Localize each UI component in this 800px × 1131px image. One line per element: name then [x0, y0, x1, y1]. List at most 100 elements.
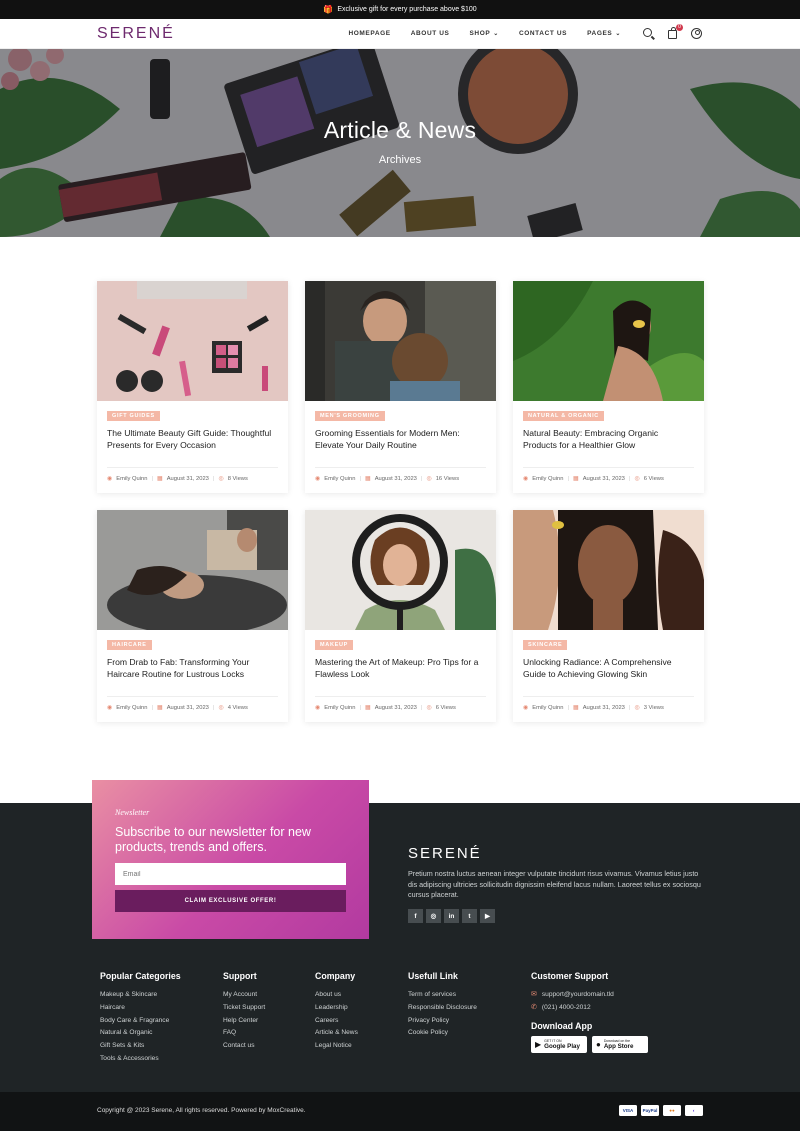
- support-phone[interactable]: ✆ (021) 4000-2012: [531, 1002, 648, 1015]
- article-image[interactable]: [305, 510, 496, 630]
- footer-link[interactable]: Contact us: [223, 1040, 265, 1053]
- author-icon: ◉: [315, 476, 321, 482]
- category-tag[interactable]: HAIRCARE: [107, 640, 152, 650]
- article-card[interactable]: GIFT GUIDES The Ultimate Beauty Gift Gui…: [97, 281, 288, 493]
- divider: |: [151, 704, 154, 711]
- footer-link[interactable]: Term of services: [408, 989, 477, 1002]
- article-image[interactable]: [97, 510, 288, 630]
- article-card[interactable]: SKINCARE Unlocking Radiance: A Comprehen…: [513, 510, 704, 722]
- author-name[interactable]: Emily Quinn: [532, 476, 563, 482]
- hero-banner: Article & News Archives: [0, 49, 800, 237]
- user-account-icon[interactable]: [691, 27, 703, 40]
- app-store-button[interactable]: ● Download on the App Store: [592, 1035, 648, 1053]
- divider: |: [151, 475, 154, 482]
- linkedin-icon[interactable]: in: [444, 909, 459, 923]
- email-input[interactable]: [115, 863, 346, 885]
- article-grid: GIFT GUIDES The Ultimate Beauty Gift Gui…: [97, 281, 704, 722]
- facebook-icon[interactable]: f: [408, 909, 423, 923]
- footer-link[interactable]: About us: [315, 989, 358, 1002]
- eye-icon: ◎: [426, 476, 432, 482]
- article-card[interactable]: MAKEUP Mastering the Art of Makeup: Pro …: [305, 510, 496, 722]
- article-image[interactable]: [97, 281, 288, 401]
- footer-link[interactable]: Haircare: [100, 1002, 181, 1015]
- footer-link[interactable]: FAQ: [223, 1027, 265, 1040]
- article-title[interactable]: Mastering the Art of Makeup: Pro Tips fo…: [315, 656, 486, 680]
- instagram-icon[interactable]: ◎: [426, 909, 441, 923]
- chevron-down-icon: ⌄: [615, 31, 621, 37]
- support-phone-text: (021) 4000-2012: [541, 1003, 591, 1011]
- footer-link[interactable]: Cookie Policy: [408, 1027, 477, 1040]
- post-date: August 31, 2023: [374, 704, 417, 711]
- article-title[interactable]: From Drab to Fab: Transforming Your Hair…: [107, 656, 278, 680]
- article-title[interactable]: Unlocking Radiance: A Comprehensive Guid…: [523, 656, 694, 680]
- youtube-icon[interactable]: ▶: [480, 909, 495, 923]
- nav-shop[interactable]: SHOP ⌄: [469, 30, 498, 37]
- article-card[interactable]: NATURAL & ORGANIC Natural Beauty: Embrac…: [513, 281, 704, 493]
- author-name[interactable]: Emily Quinn: [116, 476, 147, 482]
- footer-link[interactable]: Legal Notice: [315, 1040, 358, 1053]
- site-logo[interactable]: SERENÉ: [97, 25, 175, 43]
- nav-homepage[interactable]: HOMEPAGE: [348, 30, 390, 37]
- footer-link[interactable]: Article & News: [315, 1027, 358, 1040]
- footer-link[interactable]: Ticket Support: [223, 1002, 265, 1015]
- article-image[interactable]: [513, 281, 704, 401]
- view-count: 3 Views: [643, 704, 664, 711]
- footer-link[interactable]: Help Center: [223, 1015, 265, 1028]
- footer-link[interactable]: Natural & Organic: [100, 1027, 181, 1040]
- footer-link[interactable]: Privacy Policy: [408, 1015, 477, 1028]
- page-title: Article & News: [323, 117, 477, 143]
- divider: |: [420, 475, 423, 482]
- nav-pages[interactable]: PAGES ⌄: [587, 30, 621, 37]
- nav-contact-us[interactable]: CONTACT US: [519, 30, 567, 37]
- app-store-label: App Store: [603, 1043, 634, 1051]
- calendar-icon: ▦: [573, 705, 579, 711]
- category-tag[interactable]: NATURAL & ORGANIC: [523, 411, 604, 421]
- social-links: f ◎ in t ▶: [408, 909, 495, 923]
- category-tag[interactable]: SKINCARE: [523, 640, 568, 650]
- author-name[interactable]: Emily Quinn: [116, 705, 147, 711]
- google-play-button[interactable]: ▶ GET IT ON Google Play: [531, 1035, 587, 1053]
- footer-link[interactable]: Gift Sets & Kits: [100, 1040, 181, 1053]
- cart-icon[interactable]: 0: [667, 23, 683, 40]
- footer-link[interactable]: Makeup & Skincare: [100, 989, 181, 1002]
- footer-link[interactable]: Tools & Accessories: [100, 1053, 181, 1066]
- article-image[interactable]: [305, 281, 496, 401]
- article-card[interactable]: MEN'S GROOMING Grooming Essentials for M…: [305, 281, 496, 493]
- author-name[interactable]: Emily Quinn: [324, 705, 355, 711]
- post-date: August 31, 2023: [582, 475, 625, 482]
- twitter-icon[interactable]: t: [462, 909, 477, 923]
- article-title[interactable]: Natural Beauty: Embracing Organic Produc…: [523, 427, 694, 451]
- author-name[interactable]: Emily Quinn: [324, 476, 355, 482]
- article-title[interactable]: The Ultimate Beauty Gift Guide: Thoughtf…: [107, 427, 278, 451]
- footer-logo[interactable]: SERENÉ: [408, 845, 482, 862]
- category-tag[interactable]: MEN'S GROOMING: [315, 411, 385, 421]
- claim-offer-button[interactable]: CLAIM EXCLUSIVE OFFER!: [115, 890, 346, 912]
- footer-link[interactable]: Leadership: [315, 1002, 358, 1015]
- announcement-bar: 🎁 Exclusive gift for every purchase abov…: [0, 0, 800, 19]
- view-count: 6 Views: [435, 704, 456, 711]
- article-card[interactable]: HAIRCARE From Drab to Fab: Transforming …: [97, 510, 288, 722]
- author-name[interactable]: Emily Quinn: [532, 705, 563, 711]
- divider: [107, 467, 278, 468]
- footer-link[interactable]: Responsible Disclosure: [408, 1002, 477, 1015]
- article-image[interactable]: [513, 510, 704, 630]
- divider: [315, 467, 486, 468]
- footer-link[interactable]: Careers: [315, 1015, 358, 1028]
- article-title[interactable]: Grooming Essentials for Modern Men: Elev…: [315, 427, 486, 451]
- divider: |: [628, 475, 631, 482]
- support-email[interactable]: ✉ support@yourdomain.tld: [531, 989, 648, 1002]
- footer-col-title: Usefull Link: [408, 971, 458, 981]
- search-icon[interactable]: [643, 27, 655, 40]
- footer-col-useful-links: Usefull Link Term of services Responsibl…: [408, 971, 477, 1040]
- footer-link[interactable]: Body Care & Fragrance: [100, 1015, 181, 1028]
- author-icon: ◉: [107, 705, 113, 711]
- nav-about-us[interactable]: ABOUT US: [411, 30, 450, 37]
- category-tag[interactable]: GIFT GUIDES: [107, 411, 160, 421]
- category-tag[interactable]: MAKEUP: [315, 640, 354, 650]
- calendar-icon: ▦: [573, 476, 579, 482]
- footer-link[interactable]: My Account: [223, 989, 265, 1002]
- article-meta: ◉ Emily Quinn | ▦ August 31, 2023 | ◎ 16 Vi…: [315, 475, 459, 483]
- visa-icon: VISA: [619, 1105, 637, 1116]
- chevron-down-icon: ⌄: [493, 31, 499, 37]
- divider: |: [359, 704, 362, 711]
